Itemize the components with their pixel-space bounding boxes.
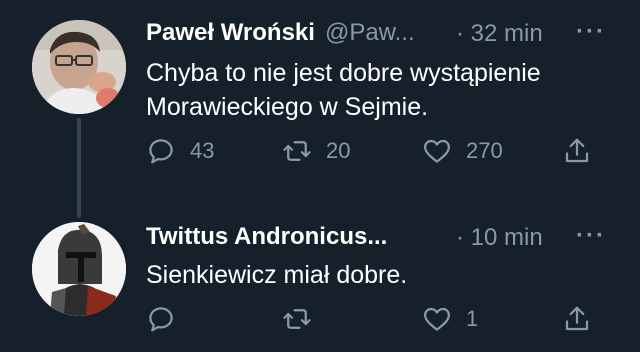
share-icon xyxy=(565,138,589,163)
tweet-actions: 43 20 270 xyxy=(146,136,606,176)
more-options-icon[interactable]: ··· xyxy=(576,18,606,46)
author-name[interactable]: Paweł Wroński xyxy=(146,19,315,47)
avatar[interactable] xyxy=(32,20,126,114)
tweet-time[interactable]: · 10 min xyxy=(456,224,543,252)
retweet-icon xyxy=(283,141,311,161)
share-button[interactable] xyxy=(562,136,592,166)
like-button[interactable]: 270 xyxy=(422,136,503,166)
tweet-actions: 1 xyxy=(146,304,606,344)
more-options-icon[interactable]: ··· xyxy=(576,222,606,250)
share-button[interactable] xyxy=(562,304,592,334)
author-name[interactable]: Twittus Andronicus... xyxy=(146,223,387,251)
reply-icon xyxy=(149,139,173,164)
reply-button[interactable] xyxy=(146,304,190,334)
heart-icon xyxy=(424,139,450,163)
tweet-text-line: Chyba to nie jest dobre wystąpienie xyxy=(146,59,541,87)
tweet-time[interactable]: · 32 min xyxy=(456,20,543,48)
avatar[interactable] xyxy=(32,222,126,316)
retweet-count: 20 xyxy=(326,138,351,163)
tweet-text-line: Morawieckiego w Sejmie. xyxy=(146,93,429,121)
reply-icon xyxy=(149,307,173,332)
share-icon xyxy=(565,306,589,331)
thread-line xyxy=(77,118,81,218)
tweet-text: Sienkiewicz miał dobre. xyxy=(146,258,616,292)
tweet[interactable]: Paweł Wroński @Paw... · 32 min ··· Chyba… xyxy=(0,0,640,218)
avatar-photo xyxy=(32,20,126,114)
retweet-button[interactable]: 20 xyxy=(282,136,350,166)
tweet-text: Chyba to nie jest dobre wystąpienie Mora… xyxy=(146,56,616,124)
author-handle[interactable]: @Paw... xyxy=(325,19,415,47)
tweet-header: Paweł Wroński @Paw... xyxy=(146,18,415,48)
retweet-button[interactable] xyxy=(282,304,326,334)
tweet-header: Twittus Andronicus... xyxy=(146,222,387,252)
reply-button[interactable]: 43 xyxy=(146,136,214,166)
like-count: 270 xyxy=(466,138,503,163)
tweet-text-line: Sienkiewicz miał dobre. xyxy=(146,261,408,289)
like-button[interactable]: 1 xyxy=(422,304,478,334)
retweet-icon xyxy=(283,309,311,329)
heart-icon xyxy=(424,307,450,331)
like-count: 1 xyxy=(466,306,479,331)
reply-count: 43 xyxy=(190,138,215,163)
avatar-photo xyxy=(32,222,126,316)
